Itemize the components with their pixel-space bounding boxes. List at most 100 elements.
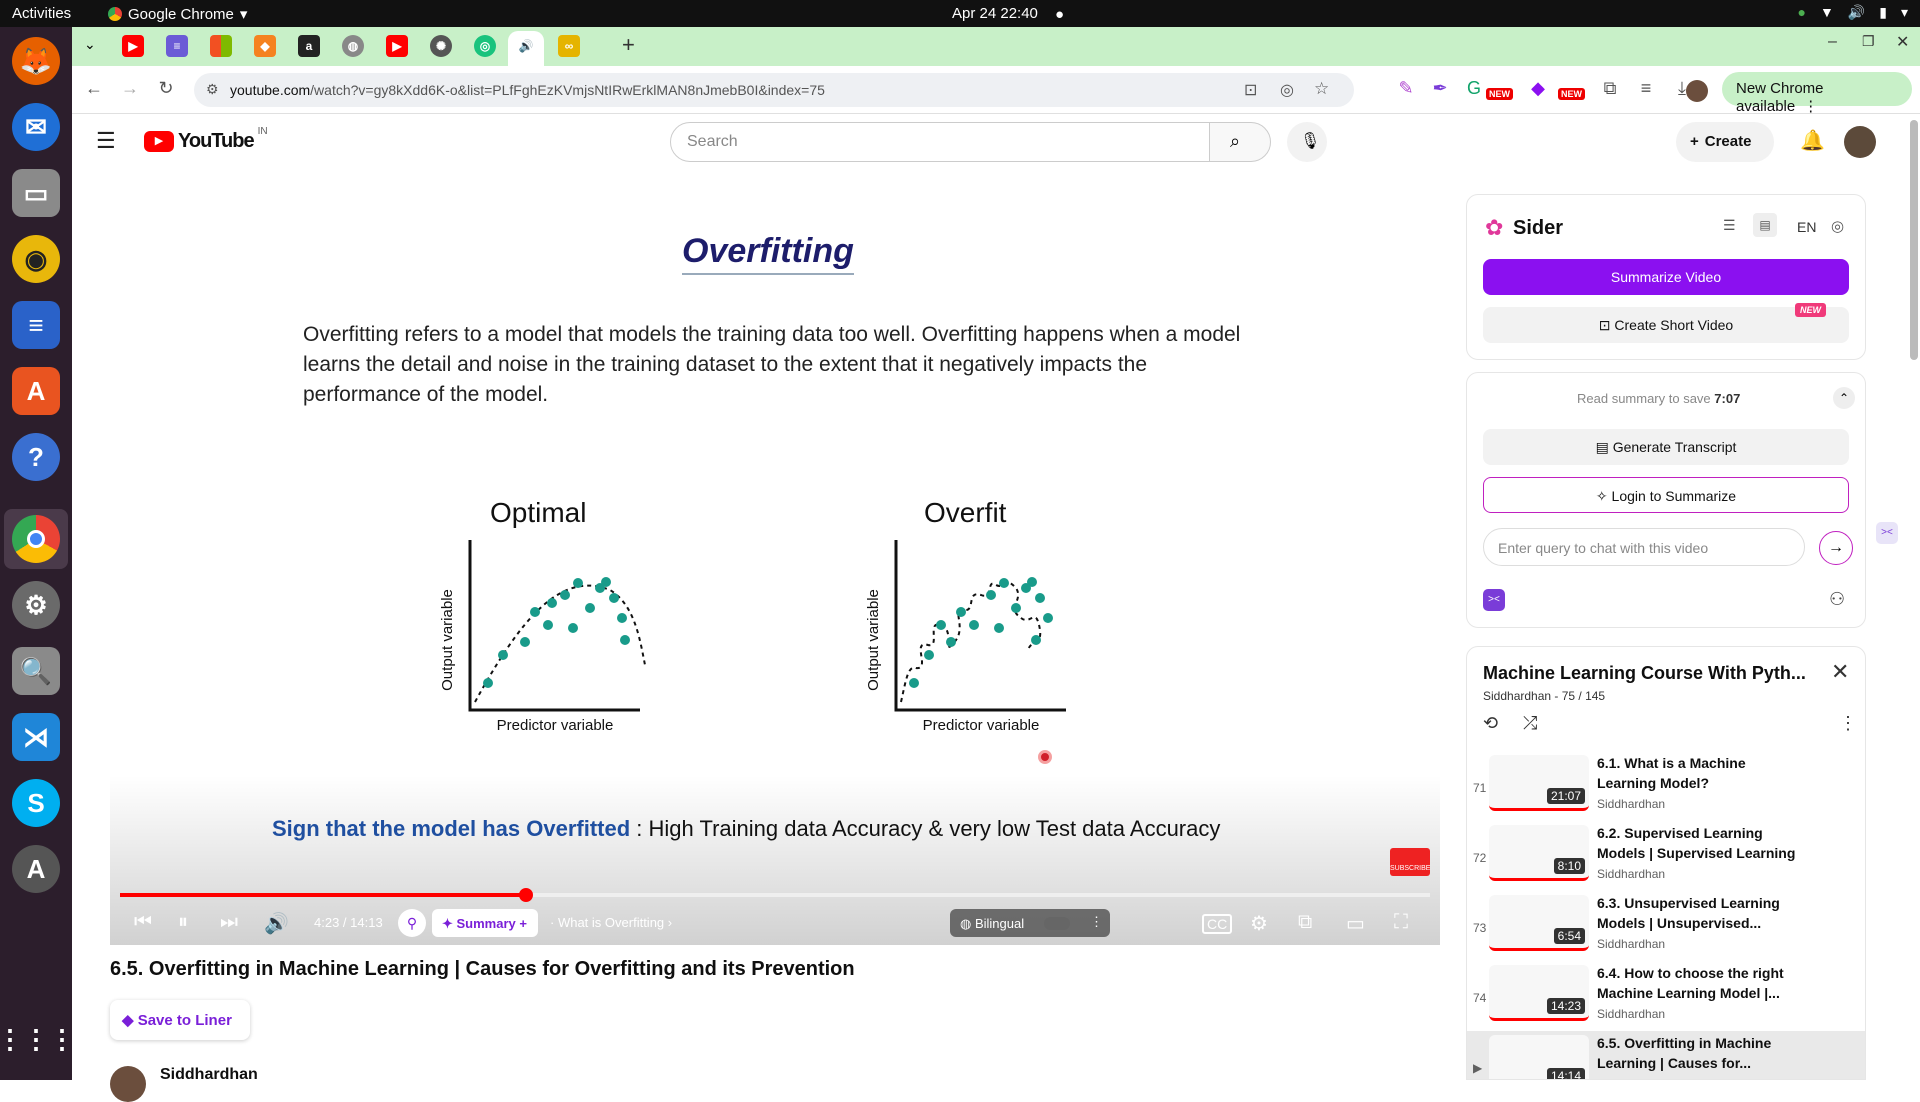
settings-gear-icon[interactable]: ⚙ [1250,911,1268,936]
tab-search-icon[interactable]: ⌄ [84,36,96,53]
install-icon[interactable]: ⊡ [1244,80,1257,100]
activities-button[interactable]: Activities [12,5,71,22]
tab-youtube-1[interactable]: ▶ [122,35,144,57]
profile-avatar[interactable] [1686,80,1708,102]
forward-icon[interactable]: → [118,78,142,99]
save-to-liner-button[interactable]: ◆ Save to Liner [110,1000,250,1040]
bilingual-toggle[interactable]: ◍ Bilingual ⋮ [950,909,1110,937]
new-chrome-available-button[interactable]: New Chrome available ⋮ [1722,72,1912,115]
create-button[interactable]: + Create [1676,122,1774,162]
tab-microsoft[interactable] [210,35,232,57]
extension-pen-icon[interactable]: ✒ [1428,78,1452,99]
software-icon[interactable]: A [12,367,60,415]
summary-button[interactable]: ✦ Summary + [432,909,538,937]
bookmark-star-icon[interactable]: ☆ [1314,79,1329,99]
playlist-more-icon[interactable]: ⋮ [1839,713,1857,734]
address-bar[interactable]: ⚙ youtube.com/watch?v=gy8kXdd6K-o&list=P… [194,73,1354,107]
rhythmbox-icon[interactable]: ◉ [12,235,60,283]
tab-aws[interactable]: a [298,35,320,57]
close-window-icon[interactable]: ✕ [1896,32,1909,52]
clock[interactable]: Apr 24 22:40 [952,5,1038,22]
sider-bot-icon[interactable]: >< [1483,589,1505,611]
page-scrollbar[interactable] [1910,120,1918,360]
tab-yellow[interactable]: ∞ [558,35,580,57]
list-item[interactable]: 74 14:23 6.4. How to choose the right Ma… [1467,961,1865,1031]
tab-globe[interactable]: ◍ [342,35,364,57]
skype-icon[interactable]: S [12,779,60,827]
chrome-dock-icon[interactable] [12,515,60,563]
channel-avatar[interactable] [110,1066,146,1102]
show-apps-icon[interactable]: ⋮⋮⋮ [0,1015,75,1063]
send-arrow-icon[interactable]: → [1819,531,1853,565]
back-icon[interactable]: ← [82,78,106,99]
next-icon[interactable]: ⏭ [220,911,238,934]
firefox-icon[interactable]: 🦊 [12,37,60,85]
search-input[interactable]: Search [670,122,1210,162]
notifications-bell-icon[interactable]: 🔔 [1800,128,1825,153]
login-to-summarize-button[interactable]: ✧ Login to Summarize [1483,477,1849,513]
caption-view-icon[interactable]: ▤ [1753,213,1777,237]
magnifier-icon[interactable]: 🔍 [12,647,60,695]
scrubber-handle[interactable] [519,888,534,902]
updater-icon[interactable]: A [12,845,60,893]
channel-name[interactable]: Siddhardhan [160,1066,258,1084]
location-pin-icon[interactable]: ⚲ [398,909,426,937]
playlist-title[interactable]: Machine Learning Course With Pyth... [1483,663,1813,684]
chat-query-input[interactable]: Enter query to chat with this video [1483,528,1805,566]
extension-sider-icon[interactable]: ✎ [1394,78,1418,99]
writer-icon[interactable]: ≡ [12,301,60,349]
thunderbird-icon[interactable]: ✉ [12,103,60,151]
account-avatar[interactable] [1844,126,1876,158]
media-controls-icon[interactable]: ≡ [1634,78,1658,99]
extension-liner-icon[interactable]: ◆ [1526,78,1550,99]
sider-floating-icon[interactable]: >< [1876,522,1898,544]
voice-search-button[interactable]: 🎙 [1287,122,1327,162]
site-info-icon[interactable]: ⚙ [206,81,219,98]
miniplayer-icon[interactable]: ⧉ [1298,911,1312,934]
help-icon[interactable]: ? [12,433,60,481]
hamburger-menu-icon[interactable]: ☰ [96,128,116,154]
search-button[interactable]: ⌕ [1209,122,1271,162]
generate-transcript-button[interactable]: ▤ Generate Transcript [1483,429,1849,465]
tab-chat[interactable]: ◎ [474,35,496,57]
list-item[interactable]: 72 8:10 6.2. Supervised Learning Models … [1467,821,1865,891]
collapse-chevron-icon[interactable]: ⌃ [1833,387,1855,409]
list-item[interactable]: 71 21:07 6.1. What is a Machine Learning… [1467,751,1865,821]
shuffle-icon[interactable]: ⤮ [1523,713,1537,734]
tab-openai[interactable]: ✺ [430,35,452,57]
summarize-video-button[interactable]: Summarize Video [1483,259,1849,295]
vscode-icon[interactable]: ⋊ [12,713,60,761]
loop-icon[interactable]: ⟲ [1483,713,1498,734]
close-playlist-icon[interactable]: ✕ [1831,659,1849,685]
system-tray[interactable]: ● ▼ 🔊 ▮ ▾ [1797,4,1908,21]
tab-youtube-2[interactable]: ▶ [386,35,408,57]
fullscreen-icon[interactable]: ⛶ [1394,911,1408,934]
list-item[interactable]: 73 6:54 6.3. Unsupervised Learning Model… [1467,891,1865,961]
pause-icon[interactable]: ⏸ [178,911,188,934]
files-icon[interactable]: ▭ [12,169,60,217]
user-icon[interactable]: ⚇ [1829,589,1845,610]
captions-icon[interactable]: CC [1202,914,1233,934]
settings-circle-icon[interactable]: ◎ [1831,217,1844,235]
chapter-title[interactable]: · What is Overfitting › [550,915,672,930]
list-view-icon[interactable]: ☰ [1723,217,1736,234]
language-select[interactable]: EN [1797,219,1816,235]
minimize-icon[interactable]: – [1828,33,1837,51]
list-item-current[interactable]: ▶ 14:14 6.5. Overfitting in Machine Lear… [1467,1031,1865,1079]
youtube-logo[interactable]: ▶ YouTube IN [144,126,268,153]
extension-grammarly-icon[interactable]: G [1462,78,1486,99]
reload-icon[interactable]: ↻ [154,78,178,99]
tab-docs[interactable]: ≡ [166,35,188,57]
eye-off-icon[interactable]: ◎ [1280,80,1294,100]
theater-mode-icon[interactable]: ▭ [1346,911,1365,936]
progress-bar[interactable] [120,888,1430,902]
app-menu[interactable]: Google Chrome ▾ [108,5,247,23]
tab-orange[interactable]: ◆ [254,35,276,57]
settings-icon[interactable]: ⚙ [12,581,60,629]
new-tab-icon[interactable]: + [622,32,635,58]
extensions-puzzle-icon[interactable]: ⧉ [1598,78,1622,99]
volume-icon[interactable]: 🔊 [264,911,289,936]
video-player[interactable]: Overfitting Overfitting refers to a mode… [110,170,1440,945]
previous-icon[interactable]: ⏮ [134,911,152,934]
subscribe-watermark[interactable]: SUBSCRIBE [1390,848,1430,876]
